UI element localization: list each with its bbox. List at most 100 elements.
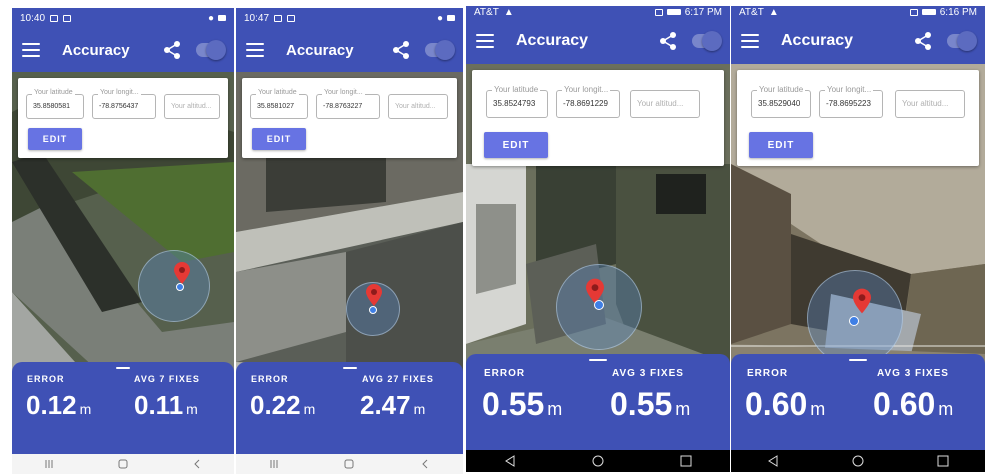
latitude-field[interactable]: Your latitude 35.8529040 bbox=[751, 85, 811, 118]
latitude-label: Your latitude bbox=[757, 85, 806, 94]
avg-value: 0.60 m bbox=[873, 386, 954, 422]
longitude-label: Your longit... bbox=[98, 89, 141, 96]
longitude-field[interactable]: Your longit... -78.8763227 bbox=[316, 89, 380, 119]
avg-value: 0.11 m bbox=[134, 390, 198, 420]
status-time: 10:40 bbox=[20, 12, 46, 24]
avg-value: 0.55 m bbox=[610, 386, 691, 422]
share-icon[interactable] bbox=[913, 31, 933, 51]
status-bar: 10:40 ● bbox=[12, 8, 234, 28]
tracking-toggle[interactable] bbox=[196, 40, 226, 60]
recents-icon[interactable] bbox=[671, 450, 701, 472]
home-icon[interactable] bbox=[108, 454, 138, 474]
phone-screen-1: 10:40 ● Accuracy Your latitude 35.858058… bbox=[12, 8, 234, 474]
home-icon[interactable] bbox=[843, 450, 873, 472]
altitude-placeholder: Your altitud... bbox=[171, 103, 212, 110]
back-icon[interactable] bbox=[410, 454, 440, 474]
status-bar: AT&T ▲ 6:17 PM bbox=[466, 6, 730, 18]
share-icon[interactable] bbox=[658, 31, 678, 51]
coordinates-card: Your latitude 35.8524793 Your longit... … bbox=[472, 70, 724, 166]
panel-handle[interactable] bbox=[342, 367, 357, 369]
recents-icon[interactable] bbox=[34, 454, 64, 474]
edit-button[interactable]: EDIT bbox=[749, 132, 813, 158]
recents-icon[interactable] bbox=[259, 454, 289, 474]
longitude-value: -78.8691229 bbox=[563, 99, 608, 108]
notification-icon bbox=[287, 14, 296, 22]
location-pin-icon bbox=[853, 288, 871, 314]
latitude-label: Your latitude bbox=[492, 85, 541, 94]
latitude-value: 35.8524793 bbox=[493, 99, 536, 108]
nfc-icon bbox=[909, 8, 918, 16]
recents-icon[interactable] bbox=[928, 450, 958, 472]
tracking-toggle[interactable] bbox=[692, 31, 722, 51]
avg-fixes-label: AVG 3 FIXES bbox=[877, 368, 949, 379]
menu-icon[interactable] bbox=[741, 34, 759, 48]
panel-handle[interactable] bbox=[116, 367, 130, 369]
altitude-field[interactable]: Your altitud... bbox=[630, 90, 700, 118]
longitude-value: -78.8763227 bbox=[323, 103, 363, 110]
current-location-dot bbox=[594, 300, 604, 310]
tracking-toggle[interactable] bbox=[425, 40, 455, 60]
altitude-field[interactable]: Your altitud... bbox=[895, 90, 965, 118]
latitude-field[interactable]: Your latitude 35.8580581 bbox=[26, 89, 84, 119]
share-icon[interactable] bbox=[162, 40, 182, 60]
share-icon[interactable] bbox=[391, 40, 411, 60]
latitude-field[interactable]: Your latitude 35.8581027 bbox=[250, 89, 308, 119]
status-bar: AT&T ▲ 6:16 PM bbox=[731, 6, 985, 18]
app-bar: Accuracy bbox=[731, 18, 985, 64]
longitude-field[interactable]: Your longit... -78.8695223 bbox=[819, 85, 883, 118]
altitude-placeholder: Your altitud... bbox=[395, 103, 436, 110]
latitude-label: Your latitude bbox=[256, 89, 299, 96]
current-location-dot bbox=[176, 283, 184, 291]
tracking-toggle[interactable] bbox=[947, 31, 977, 51]
altitude-placeholder: Your altitud... bbox=[902, 99, 949, 108]
back-icon[interactable] bbox=[758, 450, 788, 472]
home-icon[interactable] bbox=[334, 454, 364, 474]
notification-icon bbox=[63, 14, 72, 22]
system-nav-bar bbox=[12, 454, 234, 474]
home-icon[interactable] bbox=[583, 450, 613, 472]
notification-icon bbox=[274, 14, 283, 22]
app-bar: Accuracy bbox=[12, 28, 234, 72]
error-value: 0.12 m bbox=[26, 390, 92, 420]
menu-icon[interactable] bbox=[22, 43, 40, 57]
battery-icon bbox=[218, 15, 226, 21]
error-label: ERROR bbox=[747, 368, 789, 379]
app-title: Accuracy bbox=[516, 32, 589, 49]
longitude-field[interactable]: Your longit... -78.8756437 bbox=[92, 89, 156, 119]
app-title: Accuracy bbox=[286, 41, 354, 59]
system-nav-bar bbox=[236, 454, 463, 474]
nfc-icon bbox=[654, 8, 663, 16]
current-location-dot bbox=[849, 316, 859, 326]
latitude-value: 35.8529040 bbox=[758, 99, 801, 108]
longitude-field[interactable]: Your longit... -78.8691229 bbox=[556, 85, 620, 118]
status-bar: 10:47 ● bbox=[236, 8, 463, 28]
menu-icon[interactable] bbox=[246, 43, 264, 57]
edit-button[interactable]: EDIT bbox=[252, 128, 306, 150]
location-icon: ● bbox=[207, 12, 214, 24]
status-time: 6:17 PM bbox=[684, 6, 722, 18]
phone-screen-2: 10:47 ● Accuracy Your latitude 35.858102… bbox=[236, 8, 463, 474]
location-icon: ● bbox=[436, 12, 443, 24]
error-value: 0.60 m bbox=[745, 386, 826, 422]
error-label: ERROR bbox=[484, 368, 526, 379]
edit-button[interactable]: EDIT bbox=[28, 128, 82, 150]
back-icon[interactable] bbox=[182, 454, 212, 474]
altitude-field[interactable]: Your altitud... bbox=[164, 94, 220, 119]
menu-icon[interactable] bbox=[476, 34, 494, 48]
latitude-field[interactable]: Your latitude 35.8524793 bbox=[486, 85, 548, 118]
error-value: 0.22 m bbox=[250, 390, 316, 420]
notification-icon bbox=[50, 14, 59, 22]
back-icon[interactable] bbox=[495, 450, 525, 472]
status-time: 6:16 PM bbox=[939, 6, 977, 18]
longitude-label: Your longit... bbox=[322, 89, 365, 96]
altitude-field[interactable]: Your altitud... bbox=[388, 94, 448, 119]
battery-icon bbox=[666, 9, 681, 15]
coordinates-card: Your latitude 35.8581027 Your longit... … bbox=[242, 78, 457, 158]
edit-button[interactable]: EDIT bbox=[484, 132, 548, 158]
panel-handle[interactable] bbox=[589, 359, 607, 361]
phone-screen-3: AT&T ▲ 6:17 PM Accuracy Your latitude 35… bbox=[466, 6, 730, 472]
status-time: 10:47 bbox=[244, 12, 270, 24]
system-nav-bar bbox=[731, 450, 985, 472]
panel-handle[interactable] bbox=[849, 359, 867, 361]
current-location-dot bbox=[369, 306, 377, 314]
